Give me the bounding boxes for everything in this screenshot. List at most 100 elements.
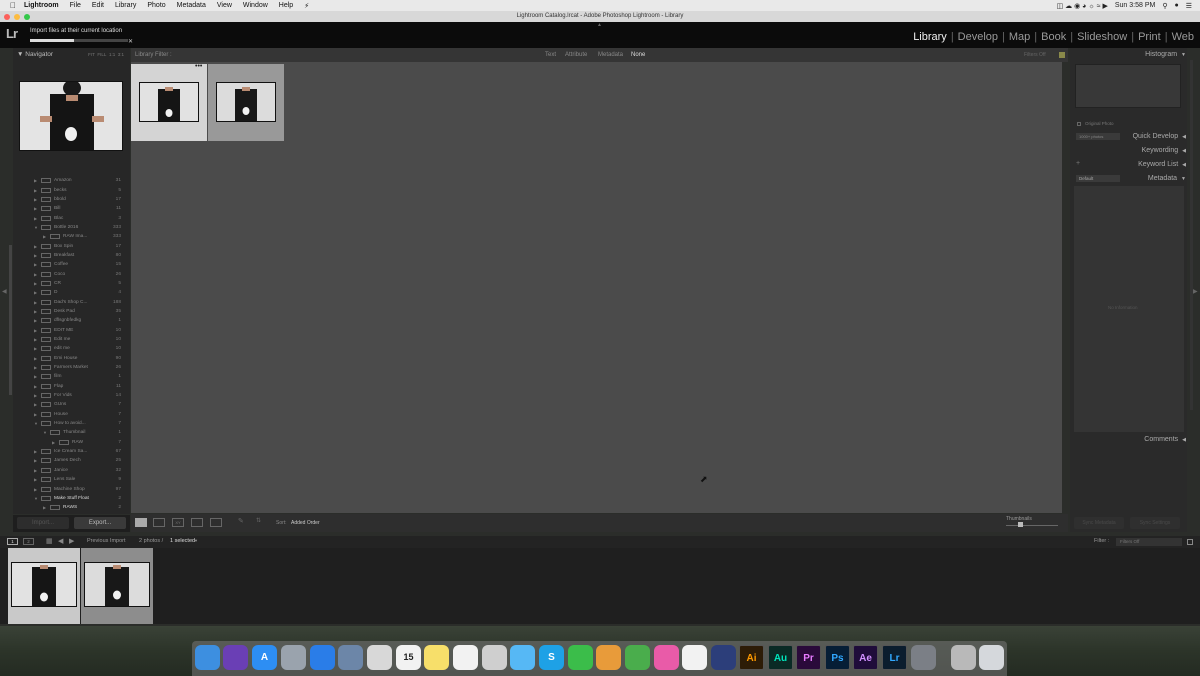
folder-row[interactable]: ▶ Bill 11 (28, 204, 124, 213)
disclosure-closed-icon[interactable]: ▶ (34, 374, 41, 379)
disclosure-closed-icon[interactable]: ▶ (34, 365, 41, 370)
disclosure-closed-icon[interactable]: ▶ (34, 318, 41, 323)
preview-icon[interactable] (338, 645, 363, 670)
filmstrip-cell[interactable] (81, 548, 153, 624)
cancel-import-icon[interactable]: ✕ (128, 38, 133, 45)
grid-thumbnail[interactable] (216, 82, 276, 122)
folder-row[interactable]: ▶ Box Spin 17 (28, 241, 124, 250)
disclosure-closed-icon[interactable]: ▶ (34, 449, 41, 454)
disclosure-closed-icon[interactable]: ▶ (34, 197, 41, 202)
window-2-button[interactable]: 2 (23, 538, 34, 545)
disclosure-closed-icon[interactable]: ▶ (52, 440, 59, 445)
disclosure-closed-icon[interactable]: ▶ (43, 505, 50, 510)
folder-row[interactable]: ▶ EDIT ME 10 (28, 326, 124, 335)
compare-view-icon[interactable]: XY (172, 518, 184, 527)
bolt-icon[interactable]: ⚡ (304, 2, 309, 10)
left-scrollbar[interactable] (9, 245, 12, 395)
minimize-window-button[interactable] (14, 14, 20, 20)
folder-row[interactable]: ▶ Dad's Shop C... 188 (28, 297, 124, 306)
filter-preset[interactable]: Filters Off (1024, 48, 1046, 62)
filter-lock-icon[interactable] (1187, 539, 1193, 545)
filmstrip-thumbnail[interactable] (84, 562, 150, 607)
disclosure-closed-icon[interactable]: ▶ (34, 477, 41, 482)
folder-row[interactable]: ▼ How to avoid... 7 (28, 419, 124, 428)
disclosure-closed-icon[interactable]: ▶ (34, 384, 41, 389)
disclosure-closed-icon[interactable]: ▶ (34, 206, 41, 211)
folder-row[interactable]: ▶ becks 5 (28, 185, 124, 194)
folder-row[interactable]: ▶ D 4 (28, 288, 124, 297)
disclosure-closed-icon[interactable]: ▶ (34, 262, 41, 267)
menu-photo[interactable]: Photo (147, 2, 165, 9)
thumbnail-size-slider[interactable] (1006, 525, 1058, 526)
right-scrollbar[interactable] (1190, 60, 1193, 410)
folder-row[interactable]: ▶ Amazon 31 (28, 176, 124, 185)
module-develop[interactable]: Develop (958, 31, 998, 43)
folder-row[interactable]: ▶ James Dech 25 (28, 456, 124, 465)
loupe-view-icon[interactable] (153, 518, 165, 527)
module-slideshow[interactable]: Slideshow (1077, 31, 1127, 43)
folder-row[interactable]: ▶ Janice 32 (28, 466, 124, 475)
navigator-header[interactable]: ▼ Navigator FIT FILL 1:1 3:1 (13, 49, 130, 61)
grid-view-icon[interactable] (135, 518, 147, 527)
folder-row[interactable]: ▼ Make Stuff Float 2 (28, 494, 124, 503)
menu-metadata[interactable]: Metadata (177, 2, 206, 9)
folder-row[interactable]: ▶ film 1 (28, 372, 124, 381)
finder-icon[interactable] (195, 645, 220, 670)
lightroom-icon[interactable]: Lr (882, 645, 907, 670)
module-book[interactable]: Book (1041, 31, 1066, 43)
window-1-button[interactable]: 1 (7, 538, 18, 545)
folder-row[interactable]: ▶ Ice Cream Sa... 67 (28, 447, 124, 456)
chevron-down-icon[interactable]: ▼ (194, 538, 198, 543)
original-photo-checkbox[interactable] (1077, 122, 1081, 126)
close-window-button[interactable] (4, 14, 10, 20)
itunes-icon[interactable] (654, 645, 679, 670)
navigator-zoom-options[interactable]: FIT FILL 1:1 3:1 (88, 49, 124, 61)
launchpad-icon[interactable] (281, 645, 306, 670)
filter-attribute[interactable]: Attribute (565, 48, 587, 62)
notification-center-icon[interactable]: ☰ (1186, 2, 1192, 10)
comments-header[interactable]: Comments ◀ (1144, 436, 1186, 443)
thumbnail-size-handle[interactable] (1018, 522, 1023, 527)
grid-icon[interactable]: ▦ (46, 537, 53, 545)
folder-row[interactable]: ▶ Flap 11 (28, 382, 124, 391)
more-options-icon[interactable]: ••• (195, 63, 202, 70)
disclosure-closed-icon[interactable]: ▶ (34, 412, 41, 417)
folder-row[interactable]: ▶ Emi House 90 (28, 354, 124, 363)
folder-row[interactable]: ▶ Lens Sale 9 (28, 475, 124, 484)
navigator-preview[interactable] (19, 80, 123, 151)
premiere-icon[interactable]: Pr (796, 645, 821, 670)
folder-row[interactable]: ▶ RAW Ima... 333 (28, 232, 124, 241)
menu-window[interactable]: Window (243, 2, 268, 9)
sync-settings-button[interactable]: Sync Settings (1130, 517, 1180, 529)
disclosure-closed-icon[interactable]: ▶ (34, 337, 41, 342)
filmstrip-source[interactable]: Previous Import (87, 538, 126, 544)
disclosure-closed-icon[interactable]: ▶ (34, 458, 41, 463)
disclosure-closed-icon[interactable]: ▶ (43, 234, 50, 239)
module-library[interactable]: Library (913, 31, 947, 43)
painter-icon[interactable]: ✎ (238, 517, 244, 525)
folder-row[interactable]: ▶ edit me 10 (28, 344, 124, 353)
system-preferences-icon[interactable] (911, 645, 936, 670)
folder-row[interactable]: ▶ Breakfast 80 (28, 251, 124, 260)
photoshop-icon[interactable]: Ps (825, 645, 850, 670)
filter-lock-icon[interactable] (1059, 52, 1065, 58)
quicktime-icon[interactable] (711, 645, 736, 670)
filmstrip-filter-dropdown[interactable]: Filters Off (1116, 538, 1182, 546)
facetime-icon[interactable] (568, 645, 593, 670)
people-view-icon[interactable] (210, 518, 222, 527)
keyword-list-header[interactable]: Keyword List ◀ (1138, 161, 1186, 168)
disclosure-closed-icon[interactable]: ▶ (34, 487, 41, 492)
disclosure-closed-icon[interactable]: ▶ (34, 393, 41, 398)
zoom-window-button[interactable] (24, 14, 30, 20)
left-panel-toggle-icon[interactable]: ◀ (2, 288, 7, 295)
module-print[interactable]: Print (1138, 31, 1161, 43)
menu-file[interactable]: File (70, 2, 81, 9)
notes-icon[interactable] (424, 645, 449, 670)
menu-view[interactable]: View (217, 2, 232, 9)
calendar-icon[interactable]: 15 (396, 645, 421, 670)
right-panel-toggle-icon[interactable]: ▶ (1193, 288, 1198, 295)
status-icons[interactable]: ◫ ☁ ◉ ◕ ☼ ≈ ▶ (1057, 2, 1108, 10)
menu-help[interactable]: Help (279, 2, 293, 9)
disclosure-closed-icon[interactable]: ▶ (34, 216, 41, 221)
audition-icon[interactable]: Au (768, 645, 793, 670)
